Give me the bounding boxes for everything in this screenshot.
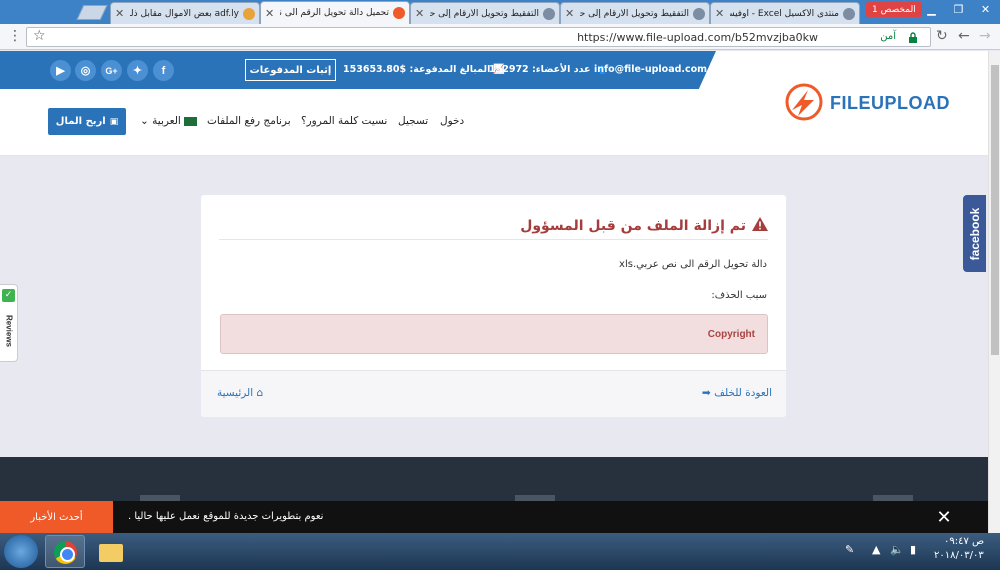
folder-icon xyxy=(99,544,123,562)
site-footer xyxy=(0,457,988,502)
youtube-icon[interactable]: ▶ xyxy=(50,60,71,81)
google-plus-icon[interactable]: G+ xyxy=(101,60,122,81)
twitter-icon[interactable]: ✦ xyxy=(127,60,148,81)
paid-amount-stat: 📈المبالغ المدفوعة: $153653.80 xyxy=(343,64,506,75)
start-button[interactable] xyxy=(4,535,38,568)
browser-tab-strip: ✕ adf.ly بعض الأموال مقابل ذلك ✕ تحميل د… xyxy=(0,0,1000,24)
warning-icon xyxy=(752,217,768,231)
home-icon: ⌂ xyxy=(256,387,264,399)
language-select[interactable]: العربية ⌄ xyxy=(140,115,197,127)
clock-date[interactable]: ٢٠١٨/٠٣/٠٣ xyxy=(934,550,984,561)
close-window-icon[interactable]: ✕ xyxy=(972,0,999,18)
star-icon[interactable]: ☆ xyxy=(33,28,46,44)
card-footer: العودة للخلف ➡ ⌂ الرئيسية xyxy=(201,370,786,417)
nav-login-link[interactable]: دخول xyxy=(440,115,464,127)
nav-uploader-link[interactable]: برنامج رفع الملفات xyxy=(207,115,291,127)
envelope-icon: ✉ xyxy=(710,64,719,75)
chevron-down-icon: ⌄ xyxy=(140,115,149,127)
reload-icon[interactable]: ↻ xyxy=(936,28,948,44)
facebook-side-widget[interactable]: facebook xyxy=(963,195,986,272)
back-icon[interactable]: ← xyxy=(958,28,970,44)
latest-news-label: أحدث الأخبار xyxy=(0,501,113,533)
removal-reason-alert: Copyright xyxy=(220,314,768,354)
taskbar-explorer[interactable] xyxy=(90,535,130,568)
taskbar-chrome[interactable] xyxy=(45,535,85,568)
close-icon[interactable]: ✕ xyxy=(565,7,574,20)
browser-tab[interactable]: ✕ التفقيط وتحويل الارقام إلى حروف xyxy=(560,2,710,24)
file-removed-card: تم إزالة الملف من قبل المسؤول دالة تحويل… xyxy=(201,195,786,417)
menu-icon[interactable]: ⋮ xyxy=(8,28,22,44)
lock-icon xyxy=(909,32,917,43)
instagram-icon[interactable]: ◎ xyxy=(75,60,96,81)
home-link[interactable]: ⌂ الرئيسية xyxy=(217,387,263,399)
browser-tab[interactable]: ✕ التفقيط وتحويل الأرقام إلى حروف xyxy=(410,2,560,24)
email-stat[interactable]: info@file-upload.com ✉ xyxy=(594,64,718,75)
news-text: نعوم بتطويرات جديدة للموقع نعمل عليها حا… xyxy=(128,511,324,522)
chrome-icon xyxy=(54,541,77,564)
browser-tab-active[interactable]: ✕ تحميل دالة تحويل الرقم الى نص xyxy=(260,1,410,24)
checkmark-icon: ✓ xyxy=(2,289,15,302)
volume-icon[interactable]: 🔈 xyxy=(890,543,904,556)
close-icon[interactable]: ✕ xyxy=(415,7,424,20)
news-ticker: أحدث الأخبار نعوم بتطويرات جديدة للموقع … xyxy=(0,501,988,533)
site-logo-text[interactable]: FILEUPLOAD xyxy=(830,93,950,114)
close-icon[interactable]: ✕ xyxy=(715,7,724,20)
globe-favicon-icon xyxy=(693,7,705,20)
divider xyxy=(219,239,768,240)
profile-button[interactable]: المخصص 1 xyxy=(866,2,922,17)
saudi-flag-icon xyxy=(183,116,197,126)
site-favicon-icon xyxy=(243,7,255,20)
action-center-icon[interactable]: ✎ xyxy=(845,543,854,556)
minimize-icon[interactable]: ▁ xyxy=(918,0,945,18)
members-stat: 👥عدد الأعضاء: 152972 xyxy=(489,64,606,75)
close-icon[interactable]: ✕ xyxy=(927,501,961,533)
forward-icon[interactable]: → xyxy=(979,28,991,44)
removal-reason-label: سبب الحذف: xyxy=(711,290,767,301)
payment-proof-button[interactable]: إثبات المدفوعات xyxy=(245,59,336,81)
fileupload-favicon-icon xyxy=(393,7,405,19)
file-name: دالة تحويل الرقم الى نص عربي.xls xyxy=(619,259,767,270)
clock-time[interactable]: ص ٠٩:٤٧ xyxy=(944,536,984,547)
vertical-scrollbar[interactable] xyxy=(988,51,1000,534)
go-back-link[interactable]: العودة للخلف ➡ xyxy=(702,387,772,399)
windows-taskbar: ✎ ▲ 🔈 ▮ ص ٠٩:٤٧ ٢٠١٨/٠٣/٠٣ xyxy=(0,533,1000,570)
facebook-icon[interactable]: f xyxy=(153,60,174,81)
arrow-left-icon: ➡ xyxy=(701,387,711,399)
url-input[interactable]: ☆ https://www.file-upload.com/b52mvzjba0… xyxy=(26,27,931,47)
browser-tab[interactable]: ✕ adf.ly بعض الأموال مقابل ذلك xyxy=(110,2,260,24)
nav-forgot-password-link[interactable]: نسيت كلمة المرور؟ xyxy=(301,115,387,127)
globe-favicon-icon xyxy=(543,7,555,20)
network-icon[interactable]: ▮ xyxy=(910,543,916,556)
reviews-side-widget[interactable]: ✓ Reviews xyxy=(0,284,18,362)
maximize-icon[interactable]: ❐ xyxy=(945,0,972,18)
globe-favicon-icon xyxy=(843,7,855,20)
removal-reason-value: Copyright xyxy=(707,329,755,340)
earn-money-button[interactable]: ▣ اربح المال xyxy=(48,108,126,135)
fileupload-logo-icon[interactable] xyxy=(782,82,826,122)
close-icon[interactable]: ✕ xyxy=(265,7,274,20)
nav-register-link[interactable]: تسجيل xyxy=(398,115,428,127)
scrollbar-thumb[interactable] xyxy=(991,65,999,355)
money-icon: ▣ xyxy=(109,116,119,127)
close-icon[interactable]: ✕ xyxy=(115,7,124,20)
address-bar: ⋮ ☆ https://www.file-upload.com/b52mvzjb… xyxy=(0,24,1000,50)
new-tab-button[interactable] xyxy=(76,5,108,20)
browser-tab[interactable]: ✕ منتدى الاكسيل Excel - أوفيسنا xyxy=(710,2,860,24)
page-title: تم إزالة الملف من قبل المسؤول xyxy=(520,217,768,234)
tray-expand-icon[interactable]: ▲ xyxy=(872,543,880,556)
site-topbar: ▶ ◎ G+ ✦ f إثبات المدفوعات 📈المبالغ المد… xyxy=(0,51,988,89)
